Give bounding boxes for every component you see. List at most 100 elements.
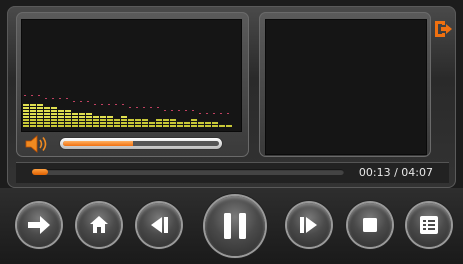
visualizer-bar-segment xyxy=(191,122,197,124)
visualizer-peak xyxy=(59,98,61,99)
visualizer-bar-segment xyxy=(128,122,134,124)
visualizer-bar-segment xyxy=(170,125,176,127)
exit-icon[interactable] xyxy=(432,18,454,40)
visualizer-bar-segment xyxy=(86,125,92,127)
visualizer-bar-segment xyxy=(37,119,43,121)
visualizer-bar-segment xyxy=(142,125,148,127)
speaker-icon[interactable] xyxy=(24,134,54,154)
visualizer-bar-segment xyxy=(37,110,43,112)
visualizer-bar-segment xyxy=(65,122,71,124)
control-bar xyxy=(0,188,463,264)
previous-button[interactable] xyxy=(137,203,181,247)
visualizer-bar-segment xyxy=(58,116,64,118)
visualizer-bar-segment xyxy=(156,119,162,121)
visualizer-bar-segment xyxy=(184,122,190,124)
visualizer-peak xyxy=(150,107,152,108)
visualizer-bar-segment xyxy=(44,116,50,118)
visualizer-bar-segment xyxy=(79,119,85,121)
home-button[interactable] xyxy=(77,203,121,247)
visualizer-bar-segment xyxy=(30,122,36,124)
spectrum-visualizer xyxy=(23,95,232,127)
visualizer-bar-segment xyxy=(114,122,120,124)
visualizer-peak xyxy=(38,95,40,96)
stop-button[interactable] xyxy=(348,203,392,247)
visualizer-bar-segment xyxy=(205,125,211,127)
visualizer-bar-segment xyxy=(142,119,148,121)
visualizer-bar-segment xyxy=(65,110,71,112)
visualizer-bar-segment xyxy=(86,116,92,118)
visualizer-peak xyxy=(115,104,117,105)
visualizer-peak xyxy=(108,104,110,105)
visualizer-bar-segment xyxy=(100,119,106,121)
volume-row xyxy=(24,134,230,154)
visualizer-bar-segment xyxy=(191,125,197,127)
visualizer-bar-segment xyxy=(121,122,127,124)
visualizer-bar-segment xyxy=(170,122,176,124)
visualizer-bar-segment xyxy=(51,113,57,115)
visualizer-bar-segment xyxy=(177,122,183,124)
visualizer-bar-segment xyxy=(100,116,106,118)
visualizer-bar-segment xyxy=(135,122,141,124)
visualizer-peak xyxy=(129,107,131,108)
visualizer-bar-segment xyxy=(149,122,155,124)
visualizer-bar-segment xyxy=(65,113,71,115)
visualizer-bar-segment xyxy=(37,113,43,115)
visualizer-bar-segment xyxy=(30,110,36,112)
visualizer-bar-segment xyxy=(86,122,92,124)
pause-button[interactable] xyxy=(205,196,265,256)
visualizer-bar-segment xyxy=(170,119,176,121)
playlist-icon xyxy=(420,216,438,234)
artwork-screen xyxy=(265,19,427,155)
visualizer-bar-segment xyxy=(128,125,134,127)
visualizer-bar-segment xyxy=(156,125,162,127)
visualizer-bar-segment xyxy=(30,125,36,127)
home-icon xyxy=(90,216,108,233)
visualizer-peak xyxy=(122,104,124,105)
visualizer-bar-segment xyxy=(114,119,120,121)
visualizer-bar-segment xyxy=(51,122,57,124)
visualizer-bar-segment xyxy=(79,113,85,115)
visualizer-bar-segment xyxy=(58,119,64,121)
playlist-button[interactable] xyxy=(407,203,451,247)
visualizer-bar-segment xyxy=(23,110,29,112)
visualizer-bar-segment xyxy=(107,125,113,127)
visualizer-bar-segment xyxy=(184,125,190,127)
visualizer-bar-segment xyxy=(72,122,78,124)
visualizer-peak xyxy=(52,98,54,99)
visualizer-bar-segment xyxy=(44,107,50,109)
visualizer-peak xyxy=(73,101,75,102)
visualizer-bar-segment xyxy=(121,119,127,121)
visualizer-bar-segment xyxy=(142,122,148,124)
visualizer-peak xyxy=(24,95,26,96)
visualizer-peak xyxy=(136,107,138,108)
visualizer-bar-segment xyxy=(107,122,113,124)
visualizer-bar-segment xyxy=(163,119,169,121)
stop-icon xyxy=(363,218,377,232)
visualizer-peak xyxy=(164,110,166,111)
visualizer-bar-segment xyxy=(93,125,99,127)
visualizer-bar-segment xyxy=(44,119,50,121)
visualizer-bar-segment xyxy=(93,122,99,124)
visualizer-bar-segment xyxy=(23,125,29,127)
seek-slider[interactable] xyxy=(32,169,344,175)
volume-fill xyxy=(63,141,134,146)
visualizer-peak xyxy=(227,113,229,114)
visualizer-bar-segment xyxy=(37,122,43,124)
visualizer-peak xyxy=(45,98,47,99)
visualizer-bar-segment xyxy=(44,122,50,124)
visualizer-bar-segment xyxy=(23,113,29,115)
visualizer-bar-segment xyxy=(44,113,50,115)
visualizer-bar-segment xyxy=(44,125,50,127)
visualizer-bar-segment xyxy=(23,104,29,106)
visualizer-bar-segment xyxy=(58,110,64,112)
volume-slider[interactable] xyxy=(60,138,222,149)
next-button[interactable] xyxy=(17,203,61,247)
visualizer-bar-segment xyxy=(226,125,232,127)
forward-button[interactable] xyxy=(287,203,331,247)
visualizer-bar-segment xyxy=(65,116,71,118)
arrow-right-icon xyxy=(28,216,50,234)
visualizer-bar-segment xyxy=(72,119,78,121)
visualizer-bar-segment xyxy=(79,122,85,124)
visualizer-bar-segment xyxy=(58,125,64,127)
visualizer-bar-segment xyxy=(198,125,204,127)
